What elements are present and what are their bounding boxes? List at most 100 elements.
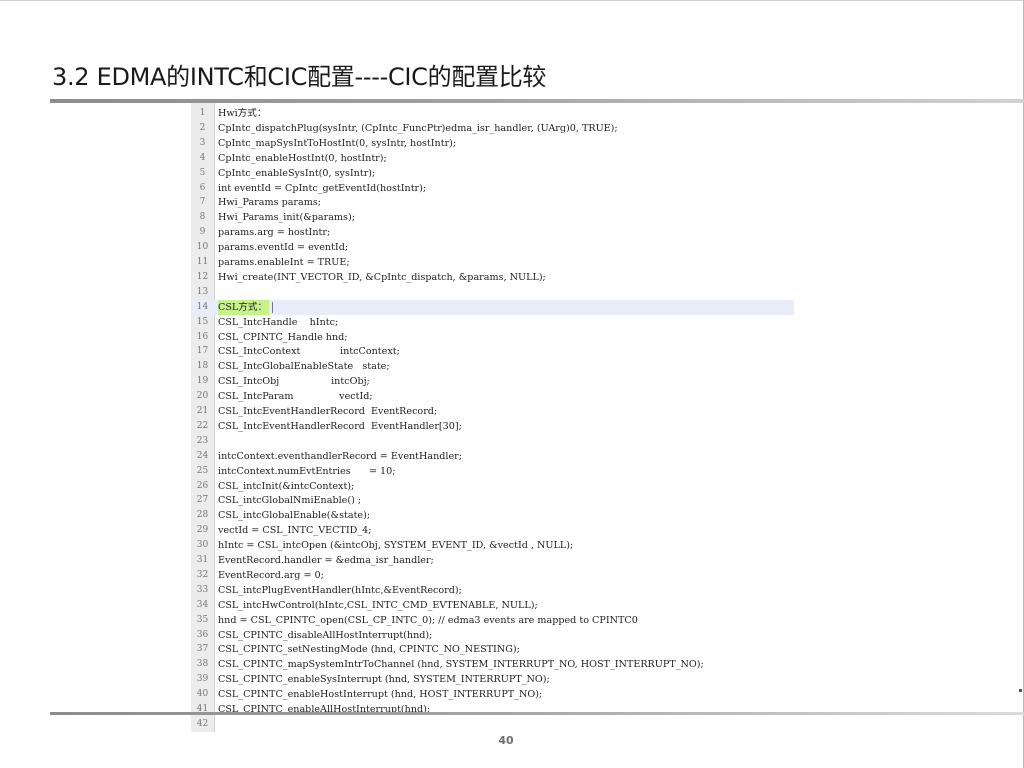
code-text: params.enableInt = TRUE; [218, 257, 350, 268]
code-line: 7 Hwi_Params params; [191, 195, 794, 210]
code-text: CSL_intcHwControl(hIntc,CSL_INTC_CMD_EVT… [218, 599, 538, 611]
code-line: 6 int eventId = CpIntc_getEventId(hostInt… [191, 181, 794, 196]
line-number: 30 [196, 540, 209, 551]
text-cursor [272, 301, 273, 313]
code-line: 32 EventRecord.arg = 0; [191, 568, 794, 583]
code-text: CSL方式： [218, 299, 270, 315]
code-text: CSL_IntcParam vectId; [218, 391, 373, 403]
line-number: 21 [196, 406, 209, 416]
code-text: CpIntc_enableHostInt(0, hostIntr); [218, 152, 387, 164]
edge-mark [1019, 689, 1022, 692]
line-number: 4 [199, 152, 206, 163]
code-text: CSL_intcPlugEventHandler(hIntc,&EventRec… [218, 584, 462, 596]
code-line: 29 vectId = CSL_INTC_VECTID_4; [191, 523, 794, 538]
code-line: 26 CSL_intcInit(&intcContext); [191, 479, 794, 494]
line-number: 42 [196, 718, 209, 729]
code-text: CSL_IntcObj intcObj; [218, 376, 370, 388]
line-number: 11 [196, 257, 209, 267]
line-number: 26 [196, 480, 209, 491]
code-line: 24 intcContext.eventhandlerRecord = Event… [191, 449, 794, 464]
code-text: CSL_intcGlobalNmiEnable() ; [218, 495, 362, 507]
code-line: 11 params.enableInt = TRUE; [191, 255, 794, 270]
code-text: vectId = CSL_INTC_VECTID_4; [218, 525, 372, 537]
line-number: 37 [196, 644, 209, 655]
code-line: 27 CSL_intcGlobalNmiEnable() ; [191, 493, 794, 508]
code-text: Hwi方式： [218, 108, 267, 119]
code-text: params.eventId = eventId; [218, 242, 349, 254]
code-line: 21 CSL_IntcEventHandlerRecord EventRecord… [191, 404, 794, 419]
code-line: 12 Hwi_create(INT_VECTOR_ID, &CpIntc_disp… [191, 270, 794, 285]
line-number: 18 [196, 361, 209, 372]
code-line: 40 CSL_CPINTC_enableHostInterrupt (hnd, H… [191, 687, 794, 702]
code-text: CSL_CPINTC_enableHostInterrupt (hnd, HOS… [218, 689, 543, 701]
code-text: Hwi_Params_init(&params); [218, 212, 355, 224]
code-line: 25 intcContext.numEvtEntries = 10; [191, 464, 794, 479]
code-text: intcContext.eventhandlerRecord = EventHa… [218, 450, 462, 462]
code-text: CSL_CPINTC_disableAllHostInterrupt(hnd); [218, 629, 433, 641]
line-number: 14 [196, 301, 209, 312]
code-line: 35 hnd = CSL_CPINTC_open(CSL_CP_INTC_0); … [191, 613, 794, 628]
code-line: 37 CSL_CPINTC_setNestingMode (hnd, CPINTC… [191, 642, 794, 657]
code-text: hIntc = CSL_intcOpen (&intcObj, SYSTEM_E… [218, 540, 574, 552]
code-line: 31 EventRecord.handler = &edma_isr_handle… [191, 553, 794, 568]
code-line: 36 CSL_CPINTC_disableAllHostInterrupt(hnd… [191, 628, 794, 643]
code-text: CSL_CPINTC_enableSysInterrupt (hnd, SYST… [218, 674, 550, 686]
line-number: 22 [196, 420, 209, 431]
code-text: CSL_CPINTC_mapSystemIntrToChannel (hnd, … [218, 659, 704, 671]
code-line: 14 CSL方式： [191, 299, 794, 315]
line-number: 1 [199, 108, 206, 118]
code-line: 10 params.eventId = eventId; [191, 240, 794, 255]
line-number: 6 [199, 182, 206, 193]
code-line: 39 CSL_CPINTC_enableSysInterrupt (hnd, SY… [191, 672, 794, 687]
code-line: 18 CSL_IntcGlobalEnableState state; [191, 359, 794, 374]
line-number: 20 [196, 391, 209, 402]
line-number: 29 [196, 525, 209, 536]
line-number: 10 [196, 242, 209, 253]
line-number: 31 [196, 555, 209, 565]
line-number: 7 [199, 197, 206, 208]
line-number: 12 [196, 271, 209, 282]
line-number: 3 [199, 137, 206, 148]
code-line: 22 CSL_IntcEventHandlerRecord EventHandle… [191, 419, 794, 434]
code-text: EventRecord.arg = 0; [218, 569, 324, 581]
line-number: 32 [196, 569, 209, 580]
line-number: 35 [196, 614, 209, 625]
code-line: 9 params.arg = hostIntr; [191, 225, 794, 240]
code-line: 16 CSL_CPINTC_Handle hnd; [191, 330, 794, 345]
code-text: CSL_intcInit(&intcContext); [218, 480, 355, 492]
code-text: params.arg = hostIntr; [218, 227, 331, 239]
code-line: 2 CpIntc_dispatchPlug(sysIntr, (CpIntc_Fu… [191, 121, 794, 136]
line-number: 25 [196, 465, 209, 476]
code-text: CSL_IntcEventHandlerRecord EventHandler[… [218, 420, 462, 432]
code-text: int eventId = CpIntc_getEventId(hostIntr… [218, 182, 427, 194]
code-listing: 1 Hwi方式： 2 CpIntc_dispatchPlug(sysIntr, (Cp… [191, 103, 794, 732]
code-text: CSL_CPINTC_Handle hnd; [218, 331, 348, 343]
line-number: 28 [196, 510, 209, 521]
line-number: 36 [196, 629, 209, 640]
footer-divider [50, 712, 1024, 715]
code-text: CSL_IntcGlobalEnableState state; [218, 361, 390, 373]
code-line: 5 CpIntc_enableSysInt(0, sysIntr); [191, 166, 794, 181]
line-number: 2 [199, 122, 206, 133]
slide-title: 3.2 EDMA的INTC和CIC配置----CIC的配置比较 [52, 63, 547, 91]
line-number: 34 [196, 599, 209, 610]
code-text: intcContext.numEvtEntries = 10; [218, 465, 396, 477]
line-number: 17 [196, 346, 209, 357]
code-line: 15 CSL_IntcHandle hIntc; [191, 315, 794, 330]
code-text: Hwi_create(INT_VECTOR_ID, &CpIntc_dispat… [218, 271, 546, 283]
line-number: 9 [199, 227, 206, 238]
line-number: 16 [196, 331, 209, 342]
slide: 3.2 EDMA的INTC和CIC配置----CIC的配置比较 1 Hwi方式： 2… [0, 0, 1024, 768]
line-number: 15 [196, 316, 209, 327]
code-line: 23 [191, 434, 794, 449]
line-number: 40 [196, 689, 209, 700]
code-line: 19 CSL_IntcObj intcObj; [191, 374, 794, 389]
line-number: 8 [199, 212, 206, 223]
code-text: CSL_IntcHandle hIntc; [218, 316, 339, 328]
code-text: hnd = CSL_CPINTC_open(CSL_CP_INTC_0); //… [218, 614, 638, 626]
code-text: CpIntc_dispatchPlug(sysIntr, (CpIntc_Fun… [218, 122, 618, 134]
code-text: CpIntc_enableSysInt(0, sysIntr); [218, 167, 376, 179]
code-line: 20 CSL_IntcParam vectId; [191, 389, 794, 404]
code-text: Hwi_Params params; [218, 197, 321, 209]
code-line: 33 CSL_intcPlugEventHandler(hIntc,&EventR… [191, 583, 794, 598]
